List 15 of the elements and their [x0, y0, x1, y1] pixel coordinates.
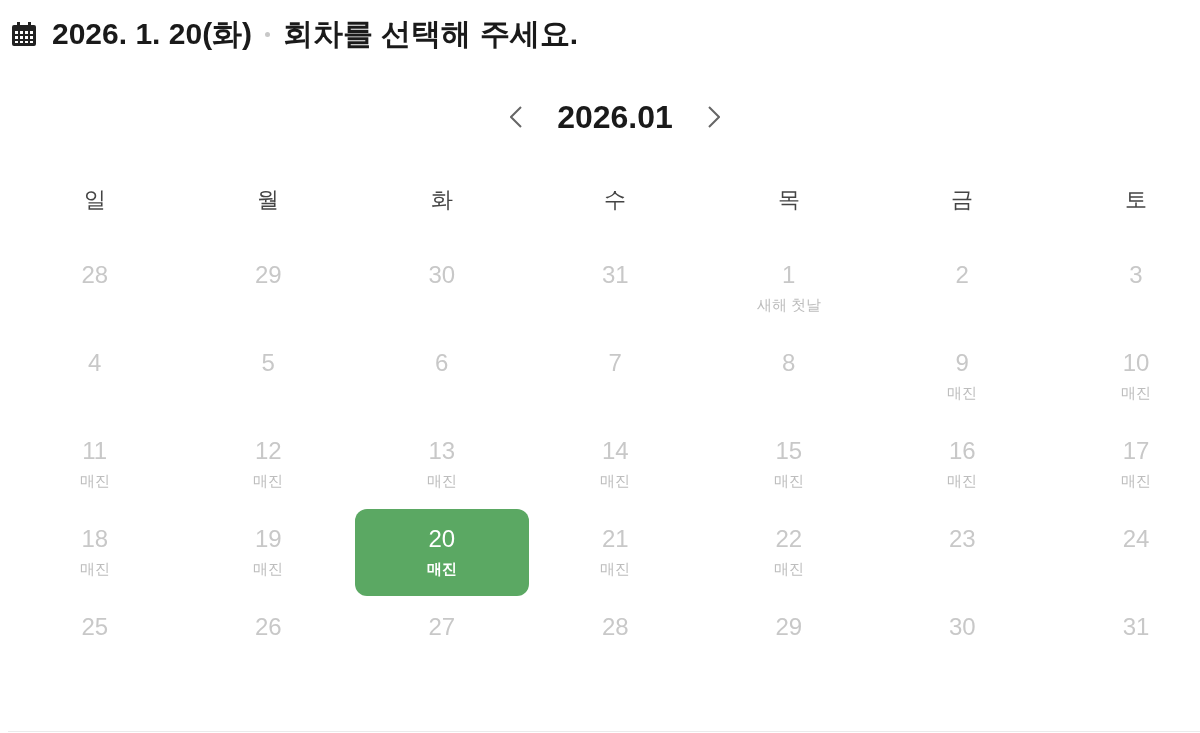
- weekday-label: 일: [83, 186, 106, 214]
- separator-dot-icon: [265, 31, 271, 37]
- selected-date-title: 2026. 1. 20(화): [52, 16, 253, 52]
- calendar-icon: [12, 22, 36, 46]
- chevron-right-icon: [707, 106, 720, 128]
- weekday-label: 토: [1125, 186, 1147, 214]
- date-button[interactable]: 20 매진: [355, 509, 529, 596]
- weekday-label: 화: [430, 186, 453, 214]
- weekday-label: 수: [604, 186, 627, 214]
- weekday-label: 월: [257, 186, 280, 214]
- weekday-label: 목: [777, 186, 800, 214]
- weekday-label: 금: [951, 186, 974, 214]
- chevron-left-icon: [510, 106, 523, 128]
- month-title: 2026.01: [557, 98, 673, 137]
- instruction-text: 회차를 선택해 주세요.: [283, 16, 579, 52]
